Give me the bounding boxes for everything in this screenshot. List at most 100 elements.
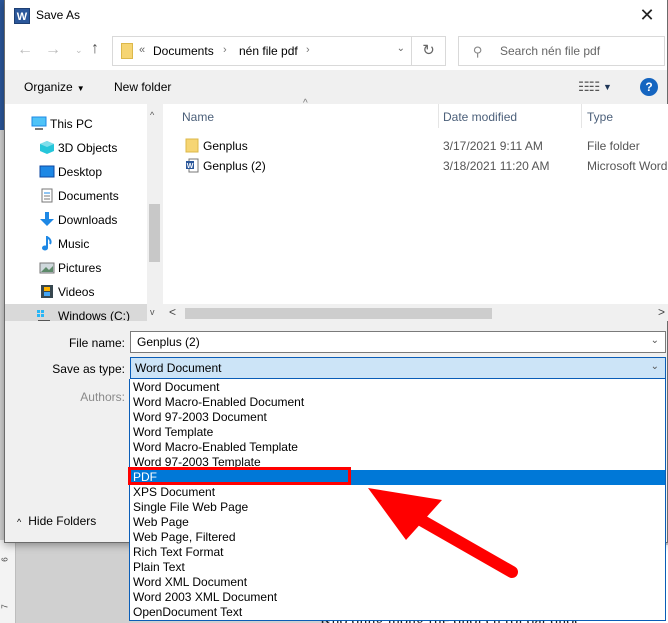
sidebar-item-windows-c[interactable]: Windows (C:) — [5, 304, 147, 321]
desktop-icon — [39, 165, 55, 178]
save-as-type-select[interactable]: Word Document ⌄ — [130, 357, 666, 379]
help-icon[interactable]: ? — [640, 78, 658, 96]
column-divider[interactable] — [438, 104, 439, 128]
sidebar-item-desktop[interactable]: Desktop — [5, 160, 147, 184]
word-app-icon: W — [14, 8, 30, 24]
breadcrumb-separator-icon[interactable]: › — [223, 44, 227, 56]
svg-text:W: W — [187, 163, 194, 170]
pictures-icon — [39, 262, 55, 274]
videos-icon — [41, 285, 53, 298]
view-caret-down-icon[interactable]: ▼ — [603, 82, 612, 92]
ruler-mark: 6 — [0, 557, 10, 562]
sidebar-item-label: This PC — [50, 117, 93, 131]
sidebar-item-label: Downloads — [58, 213, 118, 227]
option-word-macro-enabled-document[interactable]: Word Macro-Enabled Document — [130, 395, 665, 410]
column-header-type[interactable]: Type — [587, 110, 613, 124]
sidebar-item-documents[interactable]: Documents — [5, 184, 147, 208]
breadcrumb-nen-file-pdf[interactable]: nén file pdf — [239, 44, 298, 58]
search-input[interactable]: ⚲ Search nén file pdf — [458, 36, 665, 66]
annotation-arrow-icon — [368, 488, 518, 578]
scroll-right-icon[interactable]: > — [658, 305, 665, 319]
view-options-icon[interactable]: ☷☷ — [578, 79, 600, 95]
folder-icon — [185, 138, 199, 153]
column-header-name[interactable]: Name — [182, 110, 214, 124]
document-icon — [41, 188, 53, 203]
overflow-chevron-icon[interactable]: « — [139, 44, 145, 56]
column-divider[interactable] — [581, 104, 582, 128]
word-doc-icon: W — [186, 158, 199, 173]
option-opendocument-text[interactable]: OpenDocument Text — [130, 605, 665, 620]
sidebar-item-this-pc[interactable]: This PC — [5, 112, 147, 136]
chevron-down-icon[interactable]: ⌄ — [651, 361, 659, 372]
download-icon — [40, 212, 54, 226]
file-type: Microsoft Word — [587, 159, 668, 173]
navigation-pane: This PC 3D Objects Desktop Documents Dow… — [5, 104, 147, 321]
back-arrow-icon[interactable]: ← — [17, 41, 33, 59]
sidebar-item-3d-objects[interactable]: 3D Objects — [5, 136, 147, 160]
search-icon: ⚲ — [473, 44, 483, 59]
sidebar-item-label: Music — [58, 237, 90, 251]
scroll-left-icon[interactable]: < — [169, 305, 176, 319]
close-button[interactable]: ✕ — [627, 0, 667, 32]
file-name-value: Genplus (2) — [137, 335, 200, 349]
sidebar-item-label: Windows (C:) — [58, 309, 131, 321]
title-bar: W Save As ✕ — [5, 0, 667, 32]
option-word-97-2003-document[interactable]: Word 97-2003 Document — [130, 410, 665, 425]
cube-icon — [40, 141, 54, 154]
option-word-2003-xml-document[interactable]: Word 2003 XML Document — [130, 590, 665, 605]
ruler-mark: 7 — [0, 604, 10, 609]
breadcrumb-documents[interactable]: Documents — [153, 44, 214, 58]
dialog-title: Save As — [36, 8, 81, 22]
caret-down-icon: ▼ — [76, 84, 85, 93]
organize-button[interactable]: Organize ▼ — [24, 80, 85, 94]
search-placeholder: Search nén file pdf — [500, 44, 601, 58]
up-arrow-icon[interactable]: ↑ — [91, 40, 99, 58]
file-date: 3/17/2021 9:11 AM — [443, 139, 543, 153]
address-dropdown-icon[interactable]: ⌄ — [397, 43, 405, 54]
option-word-macro-enabled-template[interactable]: Word Macro-Enabled Template — [130, 440, 665, 455]
file-name: Genplus (2) — [203, 159, 266, 173]
sidebar-item-videos[interactable]: Videos — [5, 280, 147, 304]
file-row[interactable]: Genplus 3/17/2021 9:11 AM File folder — [163, 136, 668, 156]
save-as-type-label: Save as type: — [52, 362, 125, 376]
organize-label: Organize — [24, 80, 73, 94]
horizontal-scrollbar[interactable]: < > — [163, 304, 668, 321]
file-name: Genplus — [203, 139, 248, 153]
address-bar[interactable]: « Documents › nén file pdf › ⌄ ↻ — [112, 36, 446, 66]
sidebar-item-label: Pictures — [58, 261, 102, 275]
navigation-bar: ← → ⌄ ↑ « Documents › nén file pdf › ⌄ ↻… — [5, 32, 667, 70]
sidebar-item-pictures[interactable]: Pictures — [5, 256, 147, 280]
file-date: 3/18/2021 11:20 AM — [443, 159, 550, 173]
file-row[interactable]: W Genplus (2) 3/18/2021 11:20 AM Microso… — [163, 156, 668, 176]
option-word-template[interactable]: Word Template — [130, 425, 665, 440]
sidebar-item-label: Documents — [58, 189, 119, 203]
new-folder-button[interactable]: New folder — [114, 80, 171, 94]
breadcrumb-separator-icon[interactable]: › — [306, 44, 310, 56]
hide-folders-button[interactable]: ^ Hide Folders — [17, 514, 96, 528]
scroll-up-icon[interactable]: ^ — [150, 110, 154, 120]
sidebar-item-downloads[interactable]: Downloads — [5, 208, 147, 232]
navigation-pane-scrollbar[interactable]: ^ v — [147, 104, 162, 321]
music-icon — [42, 236, 52, 251]
scrollbar-thumb[interactable] — [185, 308, 492, 319]
file-type: File folder — [587, 139, 640, 153]
drive-icon — [37, 310, 50, 321]
scroll-down-icon[interactable]: v — [150, 307, 155, 317]
file-list: ^ Name Date modified Type Genplus 3/17/2… — [163, 98, 668, 304]
scrollbar-thumb[interactable] — [149, 204, 160, 262]
forward-arrow-icon[interactable]: → — [45, 41, 61, 59]
chevron-down-icon[interactable]: ⌄ — [651, 335, 659, 346]
vertical-ruler: 6 7 — [0, 540, 16, 623]
hide-folders-label: Hide Folders — [28, 514, 97, 528]
sidebar-item-music[interactable]: Music — [5, 232, 147, 256]
sort-ascending-icon: ^ — [303, 98, 308, 109]
file-name-input[interactable]: Genplus (2) ⌄ — [130, 331, 666, 353]
computer-icon — [31, 116, 47, 130]
recent-locations-icon[interactable]: ⌄ — [75, 45, 83, 56]
file-name-label: File name: — [68, 336, 125, 350]
sidebar-item-label: Videos — [58, 285, 95, 299]
refresh-icon[interactable]: ↻ — [411, 37, 445, 65]
sidebar-item-label: Desktop — [58, 165, 103, 179]
column-header-date-modified[interactable]: Date modified — [443, 110, 517, 124]
option-word-document[interactable]: Word Document — [130, 380, 665, 395]
